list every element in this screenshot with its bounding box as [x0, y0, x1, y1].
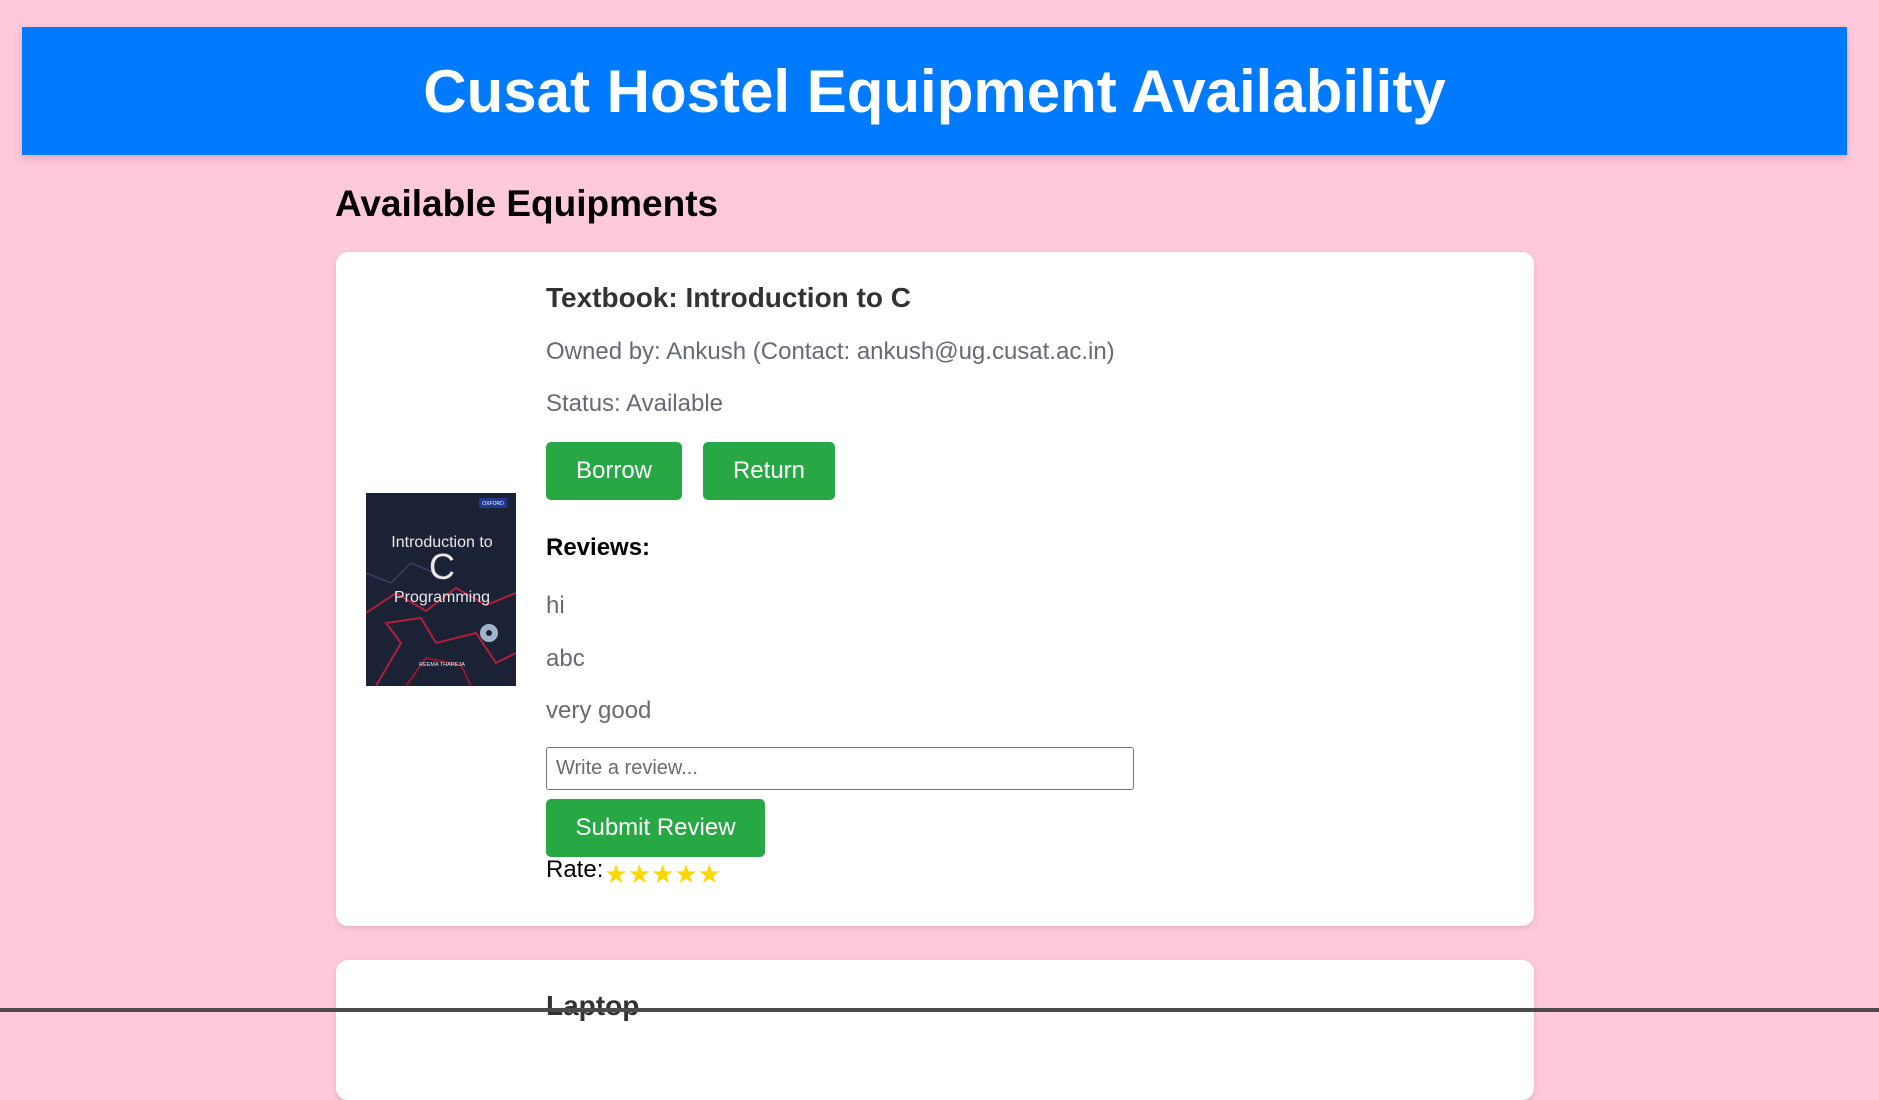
cover-author: REEMA THAREJA — [419, 662, 465, 668]
page-title: Cusat Hostel Equipment Availability — [423, 57, 1446, 125]
star-icon[interactable]: ★ — [604, 862, 627, 888]
equipment-card: Laptop — [336, 960, 1534, 1100]
window-bottom-edge — [0, 1008, 1879, 1012]
owner-info: Owned by: Ankush (Contact: ankush@ug.cus… — [546, 338, 1115, 365]
equipment-title: Laptop — [546, 990, 640, 1021]
book-cover-art: OXFORD Introduction to C Programming REE… — [366, 493, 516, 686]
star-icon[interactable]: ★ — [698, 862, 721, 888]
borrow-button[interactable]: Borrow — [546, 442, 682, 500]
book-cover-image: OXFORD Introduction to C Programming REE… — [366, 493, 516, 686]
rate-label: Rate: — [546, 856, 604, 883]
equipment-title: Textbook: Introduction to C — [546, 282, 911, 313]
cover-publisher: OXFORD — [482, 501, 504, 507]
rating-row: Rate: ★ ★ ★ ★ ★ — [546, 856, 721, 888]
site-header: Cusat Hostel Equipment Availability — [22, 27, 1847, 155]
star-icon[interactable]: ★ — [628, 862, 651, 888]
reviews-heading: Reviews: — [546, 534, 651, 561]
cover-title-line2: Programming — [394, 589, 490, 606]
review-item: abc — [546, 645, 585, 672]
equipment-card: OXFORD Introduction to C Programming REE… — [336, 252, 1534, 926]
star-icon[interactable]: ★ — [674, 862, 697, 888]
review-item: very good — [546, 697, 652, 724]
review-item: hi — [546, 592, 565, 619]
submit-review-button[interactable]: Submit Review — [546, 799, 765, 857]
star-icon[interactable]: ★ — [651, 862, 674, 888]
cover-big-letter: C — [429, 546, 455, 587]
return-button[interactable]: Return — [703, 442, 835, 500]
star-rating: ★ ★ ★ ★ ★ — [604, 862, 721, 888]
review-input[interactable] — [546, 747, 1134, 790]
section-title: Available Equipments — [335, 183, 719, 224]
status-text: Status: Available — [546, 390, 724, 417]
